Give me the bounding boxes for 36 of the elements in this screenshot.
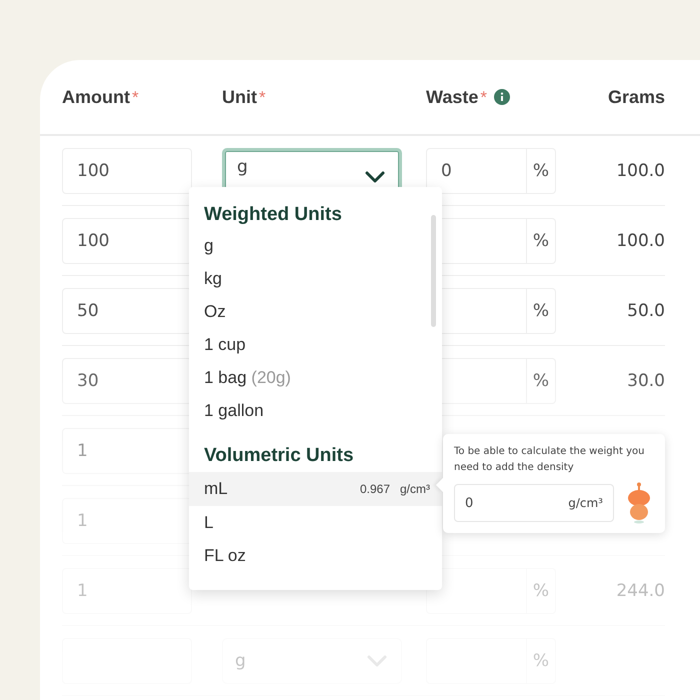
grams-value: 100.0 xyxy=(616,160,665,180)
amount-field[interactable]: 100 xyxy=(62,148,192,194)
info-icon[interactable] xyxy=(494,89,510,105)
percent-addon: % xyxy=(527,288,556,334)
grams-value: 50.0 xyxy=(627,300,665,320)
grams-value: 244.0 xyxy=(616,580,665,600)
group-title: Weighted Units xyxy=(203,203,343,227)
grams-value: 100.0 xyxy=(616,230,665,250)
percent-addon: % xyxy=(527,568,556,614)
unit-option[interactable]: 1 cup xyxy=(189,328,442,361)
group-title: Volumetric Units xyxy=(203,444,355,468)
column-header: Unit xyxy=(222,86,257,108)
unit-option[interactable]: g xyxy=(189,229,442,262)
density-field[interactable]: 0 g/cm³ xyxy=(454,484,614,522)
required-mark: * xyxy=(132,88,139,108)
grams-value: 30.0 xyxy=(627,370,665,390)
unit-option[interactable]: L xyxy=(189,506,442,539)
percent-addon: % xyxy=(527,148,556,194)
unit-option[interactable]: Oz xyxy=(189,295,442,328)
required-mark: * xyxy=(480,88,487,108)
column-header: Waste xyxy=(426,86,478,108)
percent-addon: % xyxy=(527,638,556,684)
scrollbar-thumb[interactable] xyxy=(431,215,436,327)
percent-addon: % xyxy=(527,358,556,404)
unit-option[interactable]: 1 bag (20g) xyxy=(189,361,442,394)
tooltip-text: To be able to calculate the weight you need to add the density xyxy=(454,445,646,475)
required-mark: * xyxy=(259,88,266,108)
percent-addon: % xyxy=(527,218,556,264)
waste-field[interactable]: 0 xyxy=(426,148,527,194)
chevron-icon xyxy=(365,170,385,182)
unit-option[interactable]: 1 gallon xyxy=(189,394,442,427)
unit-option[interactable]: kg xyxy=(189,262,442,295)
unit-option[interactable]: FL oz xyxy=(189,539,442,572)
column-header: Amount xyxy=(62,86,130,108)
column-header: Grams xyxy=(608,86,665,108)
unit-option[interactable]: mL 0.967 g/cm³ xyxy=(189,472,442,506)
